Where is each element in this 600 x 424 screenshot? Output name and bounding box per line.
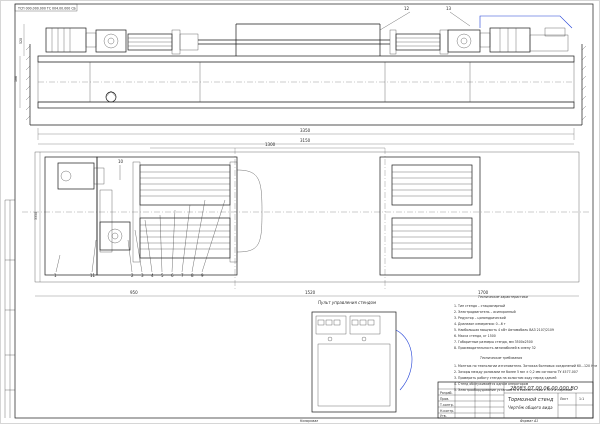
drawing-sheet: ТСП 000.000.000 ТС 004.00.000 СБ 12 13 3… — [0, 0, 600, 424]
tech-item-5: 5. Наибольшая мощность 4 кВт Автомобиль … — [454, 328, 554, 332]
tb-role-3: Т.контр. — [439, 403, 454, 407]
tech-item-1: 1. Тип стенда – стационарный — [454, 304, 505, 308]
tech-req-2: 2. Зазоры между роликами не более 5 мм ±… — [454, 370, 578, 374]
callout-12: 12 — [404, 6, 410, 11]
tb-name-1: Тормозной стенд — [508, 397, 554, 403]
tb-name-2: Чертёж общего вида — [508, 405, 553, 410]
tech-title-1: Технические характеристики — [478, 295, 528, 299]
callout-10: 10 — [118, 159, 124, 164]
tb-code: 28083.07.00.06.00.000.ВО — [510, 386, 578, 392]
dim-plan-left: 950 — [130, 290, 138, 295]
dim-frame-length: 3150 — [300, 138, 311, 143]
tb-role-4: Н.контр. — [440, 409, 454, 413]
tech-item-7: 7. Габаритные размеры стенда, мм 3500x25… — [454, 340, 533, 344]
dim-overall-length: 3350 — [300, 128, 311, 133]
tb-role-5: Утв. — [440, 414, 447, 418]
console-title: Пульт управления стендом — [318, 300, 376, 305]
tb-scale: 1:1 — [579, 397, 584, 401]
tb-sheet-label: Лист — [560, 397, 568, 401]
top-stamp-text: ТСП 000.000.000 ТС 004.00.000 СБ — [17, 7, 76, 11]
copied-label: Копировал — [300, 419, 318, 423]
tech-item-2: 2. Электродвигатель – асинхронный — [454, 310, 516, 314]
tech-title-2: Технические требования — [480, 356, 522, 360]
tb-role-2: Пров. — [440, 397, 449, 401]
dim-frame-height: 186 — [14, 76, 18, 82]
tb-role-1: Разраб. — [440, 391, 453, 395]
dim-plan-top: 1300 — [265, 142, 276, 147]
format-label: Формат А1 — [520, 419, 538, 423]
tech-item-8: 8. Производительность автомобилей в смен… — [454, 346, 536, 350]
callout-13: 13 — [446, 6, 452, 11]
dim-plan-width: 3350 — [34, 212, 38, 220]
callout-11: 11 — [90, 273, 96, 278]
tech-req-3: 3. Проверить работу стенда на холостом х… — [454, 376, 556, 380]
tech-req-1: 1. Монтаж по технологии изготовителя. За… — [454, 364, 598, 368]
tech-item-6: 6. Масса стенда, кг 1500 — [454, 334, 496, 338]
dim-motor-height: 520 — [19, 38, 23, 44]
dim-plan-mid: 1520 — [305, 290, 316, 295]
tech-item-4: 4. Диапазон измерения: 0...6 т — [454, 322, 506, 326]
tech-item-3: 3. Редуктор – цилиндрический — [454, 316, 506, 320]
